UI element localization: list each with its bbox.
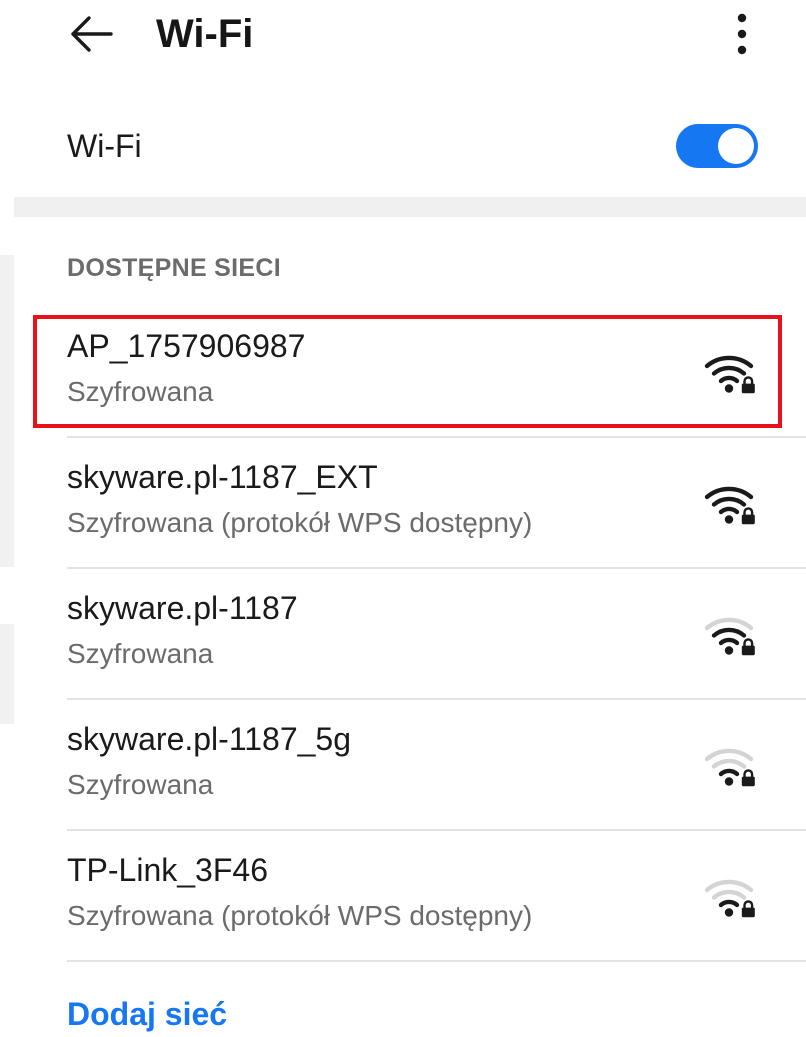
more-vertical-icon: [737, 13, 747, 55]
wifi-signal-locked-icon: [704, 355, 755, 394]
signal-arc-middle: [711, 889, 747, 900]
network-item[interactable]: skyware.pl-1187_EXT Szyfrowana (protokół …: [0, 439, 806, 569]
signal-arc-inner: [718, 637, 740, 646]
signal-arc-outer: [704, 355, 754, 369]
network-name: skyware.pl-1187_5g: [67, 721, 352, 757]
network-signal: [704, 348, 758, 394]
network-signal: [704, 872, 758, 918]
signal-dot: [724, 777, 734, 786]
app-bar: Wi-Fi: [0, 0, 806, 80]
network-item[interactable]: skyware.pl-1187_5g Szyfrowana: [0, 701, 806, 831]
network-item[interactable]: skyware.pl-1187 Szyfrowana: [0, 570, 806, 700]
arrow-back-icon: [71, 16, 113, 52]
signal-arc-middle: [711, 758, 747, 769]
network-status: Szyfrowana (protokół WPS dostępny): [67, 900, 533, 931]
wifi-signal-locked-icon: [704, 617, 755, 656]
lock-icon: [741, 769, 755, 787]
signal-arc-outer: [704, 748, 754, 762]
lock-icon: [741, 376, 755, 394]
network-signal: [704, 741, 758, 787]
signal-dot: [724, 515, 734, 524]
list-divider: [67, 829, 806, 831]
signal-dot: [724, 384, 734, 393]
signal-arc-outer: [704, 617, 754, 631]
more-options-button[interactable]: [718, 6, 766, 62]
signal-arc-inner: [718, 768, 740, 777]
network-status: Szyfrowana: [67, 769, 214, 800]
signal-arc-inner: [718, 375, 740, 384]
signal-dot: [724, 908, 734, 917]
add-network-link[interactable]: Dodaj sieć: [67, 994, 227, 1034]
list-divider: [67, 436, 806, 438]
signal-arc-middle: [711, 627, 747, 638]
network-item[interactable]: TP-Link_3F46 Szyfrowana (protokół WPS dos…: [0, 832, 806, 962]
signal-dot: [724, 646, 734, 655]
signal-arc-outer: [704, 879, 754, 893]
list-divider: [67, 698, 806, 700]
network-signal: [704, 479, 758, 525]
back-button[interactable]: [62, 8, 120, 60]
list-divider: [67, 960, 806, 962]
wifi-toggle-switch[interactable]: [676, 124, 758, 168]
signal-arc-inner: [718, 506, 740, 515]
lock-icon: [741, 900, 755, 918]
network-status: Szyfrowana: [67, 638, 214, 669]
network-signal: [704, 610, 758, 656]
wifi-signal-locked-icon: [704, 748, 755, 787]
signal-arc-inner: [718, 899, 740, 908]
network-status: Szyfrowana (protokół WPS dostępny): [67, 507, 533, 538]
signal-arc-outer: [704, 486, 754, 500]
network-item[interactable]: AP_1757906987 Szyfrowana: [0, 308, 806, 438]
network-status: Szyfrowana: [67, 376, 214, 407]
network-name: skyware.pl-1187: [67, 590, 298, 626]
network-name: TP-Link_3F46: [67, 852, 268, 888]
network-name: skyware.pl-1187_EXT: [67, 459, 378, 495]
section-separator: [14, 197, 806, 217]
available-networks-header: DOSTĘPNE SIECI: [67, 254, 281, 282]
signal-arc-middle: [711, 365, 747, 376]
switch-knob: [718, 128, 754, 164]
wifi-signal-locked-icon: [704, 879, 755, 918]
lock-icon: [741, 507, 755, 525]
page-title: Wi-Fi: [156, 12, 254, 56]
list-divider: [67, 567, 806, 569]
wifi-toggle-label: Wi-Fi: [67, 128, 142, 164]
signal-arc-middle: [711, 496, 747, 507]
network-name: AP_1757906987: [67, 328, 306, 364]
wifi-signal-locked-icon: [704, 486, 755, 525]
lock-icon: [741, 638, 755, 656]
